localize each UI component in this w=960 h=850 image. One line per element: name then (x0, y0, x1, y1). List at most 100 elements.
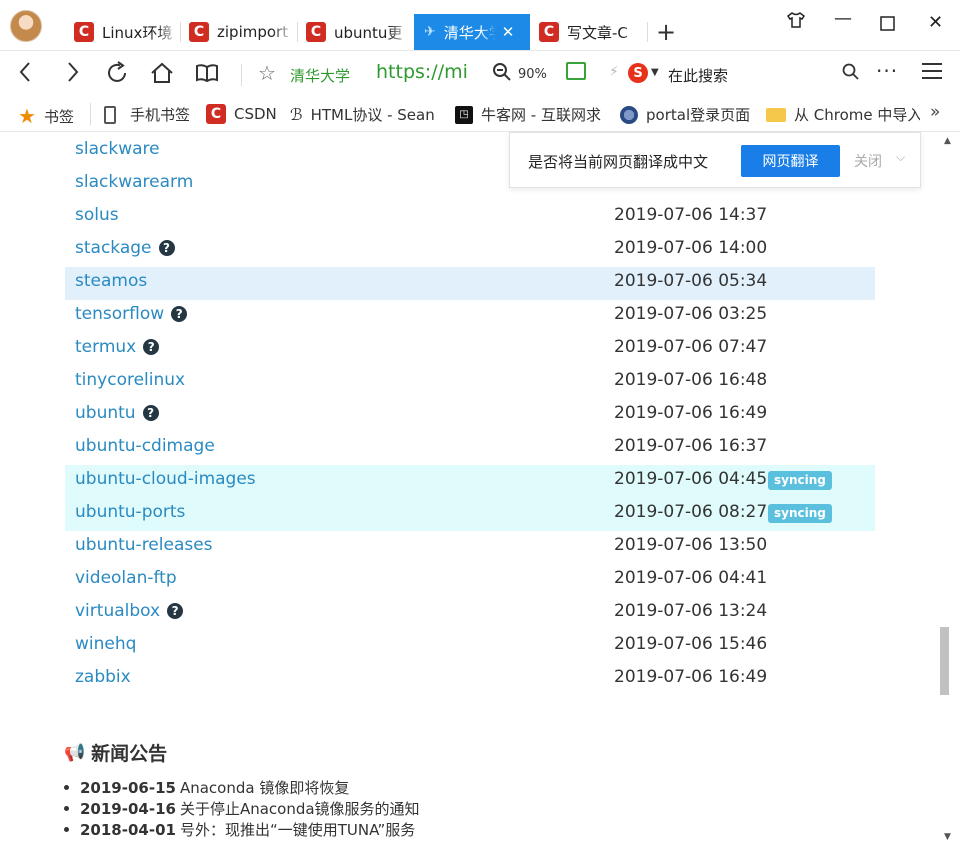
mirror-name[interactable]: videolan-ftp (75, 568, 177, 588)
mirror-name[interactable]: winehq (75, 634, 136, 654)
mirror-name-link[interactable]: solus (75, 205, 119, 225)
mirror-name-link[interactable]: tensorflow? (75, 304, 188, 324)
mirror-name-link[interactable]: zabbix (75, 667, 131, 687)
mirror-name[interactable]: ubuntu-releases (75, 535, 213, 555)
forward-icon[interactable] (66, 61, 80, 88)
back-icon[interactable] (18, 61, 32, 88)
home-icon[interactable] (150, 61, 174, 90)
star-icon: ★ (18, 104, 36, 128)
news-title: 新闻公告 (91, 743, 168, 765)
tab-zipimport[interactable]: C zipimport (181, 14, 297, 50)
chevron-right-icon[interactable]: » (930, 102, 940, 122)
tab-linux[interactable]: C Linux环境 (64, 14, 180, 50)
scroll-up-arrow-icon[interactable]: ▲ (944, 136, 951, 146)
scroll-down-arrow-icon[interactable]: ▼ (944, 832, 951, 842)
sogou-search-icon[interactable]: S (628, 63, 648, 83)
mirror-name[interactable]: ubuntu-cdimage (75, 436, 215, 456)
chevron-down-icon[interactable]: ▼ (651, 67, 659, 78)
favorite-star-icon[interactable]: ☆ (258, 61, 276, 85)
mirror-name[interactable]: stackage (75, 238, 152, 258)
mirror-name-link[interactable]: virtualbox? (75, 601, 184, 621)
help-icon[interactable]: ? (142, 405, 159, 421)
news-text[interactable]: Anaconda 镜像即将恢复 (180, 777, 349, 798)
url-field[interactable]: https://mir (376, 61, 468, 83)
table-row: termux? 2019-07-06 07:47 (65, 333, 875, 366)
help-icon[interactable]: ? (158, 240, 175, 256)
mirror-name[interactable]: tinycorelinux (75, 370, 185, 390)
mirror-name[interactable]: steamos (75, 271, 147, 291)
help-icon[interactable]: ? (171, 306, 188, 322)
mirror-name[interactable]: termux (75, 337, 136, 357)
bookmark-label: 手机书签 (130, 106, 191, 124)
tab-write-article[interactable]: C 写文章-C (531, 14, 647, 50)
bookmark-item[interactable]: portal登录页面 (620, 104, 750, 125)
mirror-name[interactable]: slackwarearm (75, 172, 193, 192)
close-window-button[interactable]: ✕ (928, 12, 943, 33)
bookmark-item[interactable]: 手机书签 (104, 104, 190, 125)
chevron-down-icon[interactable]: ⌵ (896, 150, 905, 165)
mirror-name[interactable]: ubuntu-cloud-images (75, 469, 256, 489)
mirror-name-link[interactable]: tinycorelinux (75, 370, 185, 390)
reader-mode-icon[interactable] (566, 62, 586, 80)
mirror-name-link[interactable]: termux? (75, 337, 160, 357)
vertical-scrollbar[interactable]: ▲ ▼ (940, 132, 960, 850)
tab-tsinghua[interactable]: ✈ 清华大学 ✕ (414, 14, 530, 50)
tab-ubuntu[interactable]: C ubuntu更 (298, 14, 414, 50)
bookmark-label: 书签 (43, 107, 74, 126)
mirror-name[interactable]: ubuntu-ports (75, 502, 185, 522)
mirror-name[interactable]: slackware (75, 139, 160, 159)
mirror-name[interactable]: tensorflow (75, 304, 164, 324)
mirror-name[interactable]: solus (75, 205, 119, 225)
refresh-icon[interactable] (106, 61, 130, 90)
help-icon[interactable]: ? (143, 339, 160, 355)
search-icon[interactable] (842, 63, 860, 86)
mirror-name-link[interactable]: slackwarearm (75, 172, 193, 192)
close-tab-icon[interactable]: ✕ (502, 23, 515, 41)
hamburger-menu-icon[interactable] (922, 61, 942, 85)
mirror-name-link[interactable]: ubuntu-cloud-images (75, 469, 256, 489)
search-input[interactable]: 在此搜索 (668, 65, 728, 86)
nowcoder-icon: ◳ (455, 105, 473, 124)
bookmark-item[interactable]: ◳ 牛客网 - 互联网求 (455, 104, 619, 125)
news-item[interactable]: 2019-04-16 关于停止Anaconda镜像服务的通知 (64, 798, 420, 819)
mirror-name-link[interactable]: ubuntu-cdimage (75, 436, 215, 456)
zoom-icon[interactable] (492, 62, 512, 87)
new-tab-button[interactable]: + (656, 18, 676, 46)
bookmark-item[interactable]: ★ 书签 (18, 104, 74, 128)
user-avatar[interactable] (10, 10, 42, 42)
mirror-name-link[interactable]: stackage? (75, 238, 175, 258)
mirror-name[interactable]: ubuntu (75, 403, 136, 423)
table-row: zabbix 2019-07-06 16:49 (65, 663, 875, 696)
news-text[interactable]: 关于停止Anaconda镜像服务的通知 (180, 798, 420, 819)
lightning-icon[interactable]: ⚡ (609, 64, 619, 80)
news-item[interactable]: 2019-06-15 Anaconda 镜像即将恢复 (64, 777, 420, 798)
bookmark-item[interactable]: 从 Chrome 中导入 (766, 104, 920, 125)
bookmark-item[interactable]: C CSDN (206, 104, 277, 124)
csdn-icon: C (206, 104, 226, 124)
mirror-name-link[interactable]: winehq (75, 634, 136, 654)
zoom-level[interactable]: 90% (518, 67, 547, 82)
help-icon[interactable]: ? (167, 603, 184, 619)
maximize-button[interactable] (880, 16, 896, 37)
mirror-name[interactable]: zabbix (75, 667, 131, 687)
mirror-name-link[interactable]: slackware (75, 139, 160, 159)
minimize-button[interactable]: — (834, 8, 852, 29)
close-popup-button[interactable]: 关闭 (854, 151, 882, 171)
mirror-name-link[interactable]: steamos (75, 271, 147, 291)
folder-icon (766, 107, 786, 122)
mirror-name-link[interactable]: videolan-ftp (75, 568, 177, 588)
reading-list-icon[interactable] (195, 61, 219, 90)
more-icon[interactable]: ··· (876, 59, 898, 83)
translate-button[interactable]: 网页翻译 (741, 145, 840, 177)
tab-strip: C Linux环境 C zipimport C ubuntu更 ✈ 清华大学 ✕… (0, 0, 960, 50)
news-item[interactable]: 2018-04-01 号外：现推出“一键使用TUNA”服务 (64, 819, 420, 840)
mirror-name-link[interactable]: ubuntu-ports (75, 502, 185, 522)
site-identity[interactable]: 清华大学 (290, 65, 350, 86)
news-text[interactable]: 号外：现推出“一键使用TUNA”服务 (180, 819, 415, 840)
mirror-name-link[interactable]: ubuntu? (75, 403, 159, 423)
mirror-name-link[interactable]: ubuntu-releases (75, 535, 213, 555)
mirror-name[interactable]: virtualbox (75, 601, 160, 621)
scrollbar-thumb[interactable] (940, 627, 949, 695)
shirt-icon[interactable] (786, 10, 806, 35)
bookmark-item[interactable]: ℬ HTML协议 - Sean (290, 104, 441, 125)
